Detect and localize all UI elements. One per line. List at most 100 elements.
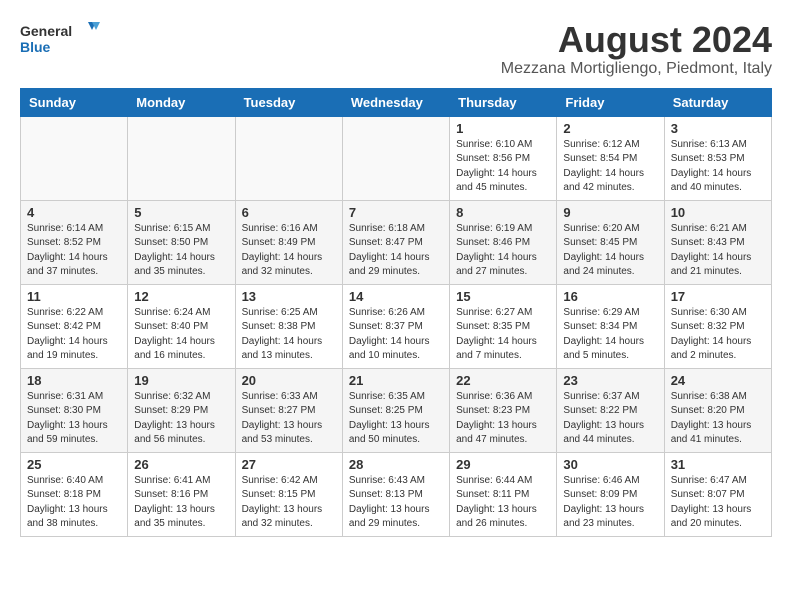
- day-info: Sunrise: 6:19 AM Sunset: 8:46 PM Dayligh…: [456, 222, 550, 280]
- day-info: Sunrise: 6:42 AM Sunset: 8:15 PM Dayligh…: [242, 474, 336, 532]
- svg-text:General: General: [20, 23, 72, 39]
- day-number: 12: [134, 289, 228, 304]
- svg-text:Blue: Blue: [20, 39, 51, 55]
- calendar-cell: 22 Sunrise: 6:36 AM Sunset: 8:23 PM Dayli…: [450, 368, 557, 452]
- day-number: 10: [671, 205, 765, 220]
- day-number: 8: [456, 205, 550, 220]
- calendar-cell: 8 Sunrise: 6:19 AM Sunset: 8:46 PM Daylig…: [450, 200, 557, 284]
- day-info: Sunrise: 6:47 AM Sunset: 8:07 PM Dayligh…: [671, 474, 765, 532]
- day-info: Sunrise: 6:13 AM Sunset: 8:53 PM Dayligh…: [671, 138, 765, 196]
- day-info: Sunrise: 6:12 AM Sunset: 8:54 PM Dayligh…: [563, 138, 657, 196]
- day-number: 19: [134, 373, 228, 388]
- day-info: Sunrise: 6:21 AM Sunset: 8:43 PM Dayligh…: [671, 222, 765, 280]
- calendar-cell: [21, 116, 128, 200]
- calendar-week-row: 1 Sunrise: 6:10 AM Sunset: 8:56 PM Daylig…: [21, 116, 772, 200]
- calendar-table: SundayMondayTuesdayWednesdayThursdayFrid…: [20, 88, 772, 537]
- calendar-cell: 28Sunrise: 6:43 AM Sunset: 8:13 PM Dayli…: [342, 452, 449, 536]
- day-number: 3: [671, 121, 765, 136]
- logo: General Blue: [20, 20, 100, 58]
- day-info: Sunrise: 6:36 AM Sunset: 8:23 PM Dayligh…: [456, 390, 550, 448]
- weekday-header-tuesday: Tuesday: [235, 88, 342, 116]
- day-number: 14: [349, 289, 443, 304]
- calendar-cell: 10 Sunrise: 6:21 AM Sunset: 8:43 PM Dayli…: [664, 200, 771, 284]
- day-number: 28: [349, 457, 443, 472]
- calendar-cell: 2 Sunrise: 6:12 AM Sunset: 8:54 PM Daylig…: [557, 116, 664, 200]
- day-info: Sunrise: 6:24 AM Sunset: 8:40 PM Dayligh…: [134, 306, 228, 364]
- weekday-header-saturday: Saturday: [664, 88, 771, 116]
- day-info: Sunrise: 6:46 AM Sunset: 8:09 PM Dayligh…: [563, 474, 657, 532]
- day-number: 20: [242, 373, 336, 388]
- day-number: 11: [27, 289, 121, 304]
- weekday-header-friday: Friday: [557, 88, 664, 116]
- weekday-header-row: SundayMondayTuesdayWednesdayThursdayFrid…: [21, 88, 772, 116]
- day-number: 9: [563, 205, 657, 220]
- calendar-cell: 11 Sunrise: 6:22 AM Sunset: 8:42 PM Dayli…: [21, 284, 128, 368]
- day-number: 23: [563, 373, 657, 388]
- day-number: 16: [563, 289, 657, 304]
- day-number: 27: [242, 457, 336, 472]
- weekday-header-sunday: Sunday: [21, 88, 128, 116]
- calendar-cell: 26 Sunrise: 6:41 AM Sunset: 8:16 PM Dayli…: [128, 452, 235, 536]
- day-info: Sunrise: 6:41 AM Sunset: 8:16 PM Dayligh…: [134, 474, 228, 532]
- calendar-cell: 19Sunrise: 6:32 AM Sunset: 8:29 PM Dayli…: [128, 368, 235, 452]
- day-number: 1: [456, 121, 550, 136]
- calendar-cell: 27 Sunrise: 6:42 AM Sunset: 8:15 PM Dayli…: [235, 452, 342, 536]
- day-info: Sunrise: 6:22 AM Sunset: 8:42 PM Dayligh…: [27, 306, 121, 364]
- day-info: Sunrise: 6:31 AM Sunset: 8:30 PM Dayligh…: [27, 390, 121, 448]
- day-number: 6: [242, 205, 336, 220]
- calendar-cell: 9 Sunrise: 6:20 AM Sunset: 8:45 PM Daylig…: [557, 200, 664, 284]
- day-info: Sunrise: 6:26 AM Sunset: 8:37 PM Dayligh…: [349, 306, 443, 364]
- day-number: 13: [242, 289, 336, 304]
- calendar-cell: 20 Sunrise: 6:33 AM Sunset: 8:27 PM Dayli…: [235, 368, 342, 452]
- calendar-cell: 6 Sunrise: 6:16 AM Sunset: 8:49 PM Daylig…: [235, 200, 342, 284]
- title-section: August 2024 Mezzana Mortigliengo, Piedmo…: [501, 20, 772, 78]
- calendar-cell: 3 Sunrise: 6:13 AM Sunset: 8:53 PM Daylig…: [664, 116, 771, 200]
- day-number: 2: [563, 121, 657, 136]
- day-info: Sunrise: 6:16 AM Sunset: 8:49 PM Dayligh…: [242, 222, 336, 280]
- calendar-cell: 15Sunrise: 6:27 AM Sunset: 8:35 PM Dayli…: [450, 284, 557, 368]
- day-info: Sunrise: 6:25 AM Sunset: 8:38 PM Dayligh…: [242, 306, 336, 364]
- day-info: Sunrise: 6:40 AM Sunset: 8:18 PM Dayligh…: [27, 474, 121, 532]
- calendar-cell: 24Sunrise: 6:38 AM Sunset: 8:20 PM Dayli…: [664, 368, 771, 452]
- day-number: 22: [456, 373, 550, 388]
- day-number: 17: [671, 289, 765, 304]
- day-number: 4: [27, 205, 121, 220]
- day-number: 7: [349, 205, 443, 220]
- calendar-cell: [342, 116, 449, 200]
- page-header: General Blue August 2024 Mezzana Mortigl…: [20, 20, 772, 78]
- location-subtitle: Mezzana Mortigliengo, Piedmont, Italy: [501, 60, 772, 78]
- day-number: 25: [27, 457, 121, 472]
- calendar-cell: 4 Sunrise: 6:14 AM Sunset: 8:52 PM Daylig…: [21, 200, 128, 284]
- day-number: 29: [456, 457, 550, 472]
- day-number: 21: [349, 373, 443, 388]
- month-year-title: August 2024: [501, 20, 772, 60]
- calendar-cell: [128, 116, 235, 200]
- day-info: Sunrise: 6:30 AM Sunset: 8:32 PM Dayligh…: [671, 306, 765, 364]
- day-info: Sunrise: 6:14 AM Sunset: 8:52 PM Dayligh…: [27, 222, 121, 280]
- day-info: Sunrise: 6:44 AM Sunset: 8:11 PM Dayligh…: [456, 474, 550, 532]
- day-info: Sunrise: 6:29 AM Sunset: 8:34 PM Dayligh…: [563, 306, 657, 364]
- calendar-cell: 21Sunrise: 6:35 AM Sunset: 8:25 PM Dayli…: [342, 368, 449, 452]
- calendar-cell: 18 Sunrise: 6:31 AM Sunset: 8:30 PM Dayli…: [21, 368, 128, 452]
- calendar-cell: 16 Sunrise: 6:29 AM Sunset: 8:34 PM Dayli…: [557, 284, 664, 368]
- day-info: Sunrise: 6:33 AM Sunset: 8:27 PM Dayligh…: [242, 390, 336, 448]
- calendar-cell: 5Sunrise: 6:15 AM Sunset: 8:50 PM Daylig…: [128, 200, 235, 284]
- calendar-cell: 13 Sunrise: 6:25 AM Sunset: 8:38 PM Dayli…: [235, 284, 342, 368]
- calendar-week-row: 18 Sunrise: 6:31 AM Sunset: 8:30 PM Dayli…: [21, 368, 772, 452]
- day-number: 31: [671, 457, 765, 472]
- calendar-cell: 31 Sunrise: 6:47 AM Sunset: 8:07 PM Dayli…: [664, 452, 771, 536]
- calendar-week-row: 11 Sunrise: 6:22 AM Sunset: 8:42 PM Dayli…: [21, 284, 772, 368]
- day-info: Sunrise: 6:10 AM Sunset: 8:56 PM Dayligh…: [456, 138, 550, 196]
- weekday-header-wednesday: Wednesday: [342, 88, 449, 116]
- calendar-cell: 30 Sunrise: 6:46 AM Sunset: 8:09 PM Dayli…: [557, 452, 664, 536]
- day-info: Sunrise: 6:27 AM Sunset: 8:35 PM Dayligh…: [456, 306, 550, 364]
- day-info: Sunrise: 6:38 AM Sunset: 8:20 PM Dayligh…: [671, 390, 765, 448]
- calendar-cell: 7Sunrise: 6:18 AM Sunset: 8:47 PM Daylig…: [342, 200, 449, 284]
- day-number: 18: [27, 373, 121, 388]
- day-number: 30: [563, 457, 657, 472]
- day-info: Sunrise: 6:15 AM Sunset: 8:50 PM Dayligh…: [134, 222, 228, 280]
- day-number: 26: [134, 457, 228, 472]
- logo-icon: General Blue: [20, 20, 100, 58]
- day-info: Sunrise: 6:20 AM Sunset: 8:45 PM Dayligh…: [563, 222, 657, 280]
- calendar-cell: 29 Sunrise: 6:44 AM Sunset: 8:11 PM Dayli…: [450, 452, 557, 536]
